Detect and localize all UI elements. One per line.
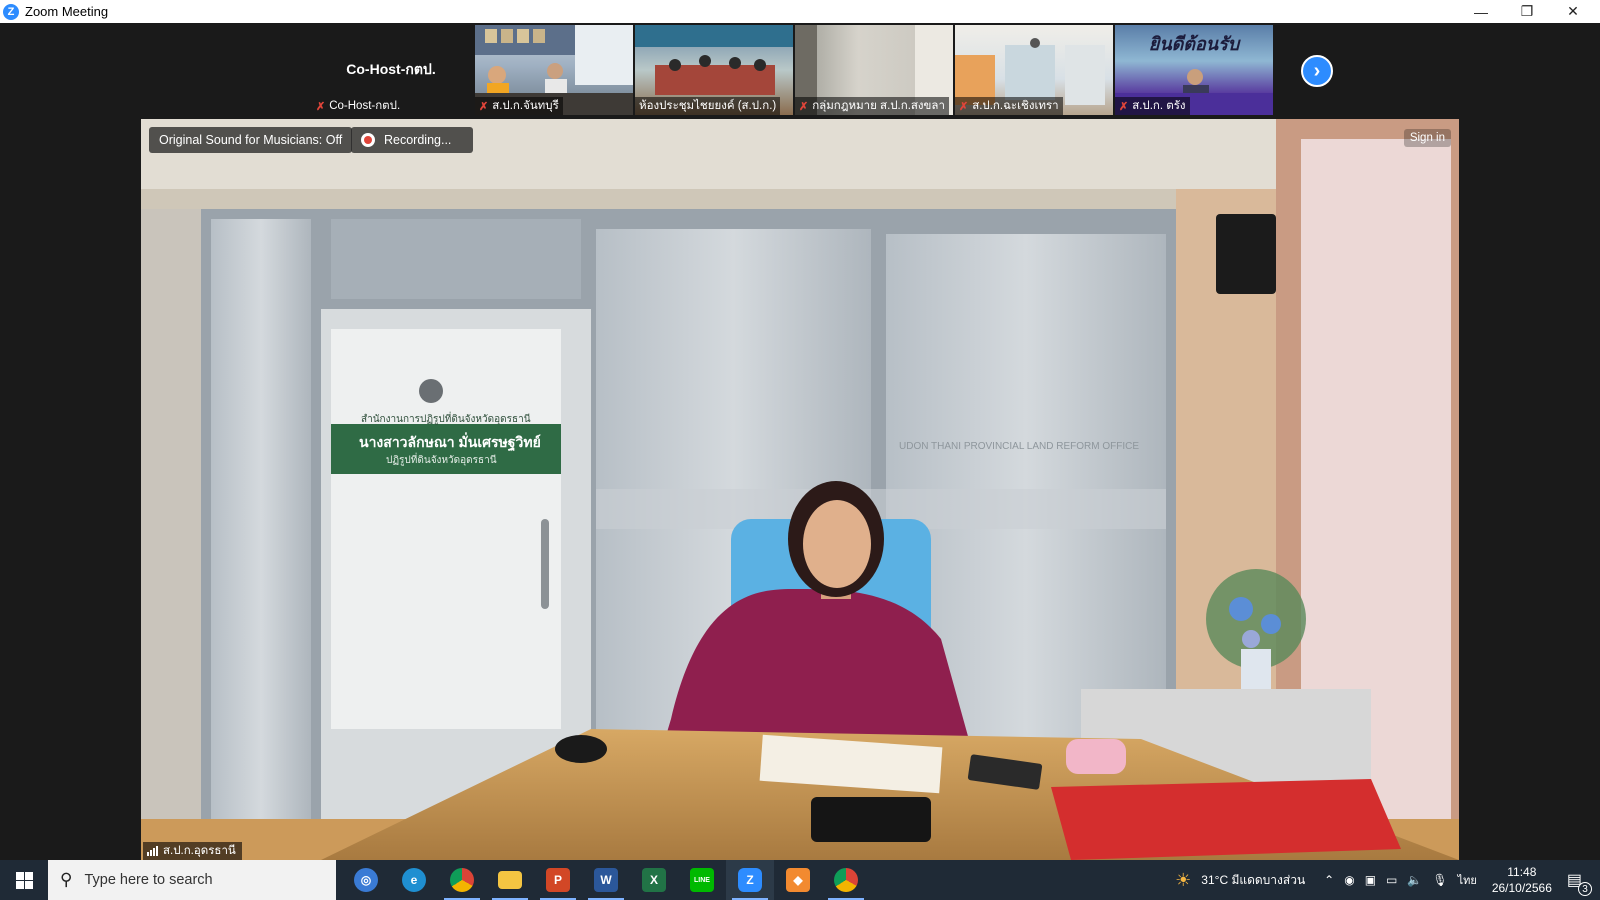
search-placeholder: Type here to search bbox=[84, 872, 213, 888]
cohost-label-text: Co-Host-กตป. bbox=[329, 100, 401, 112]
windows-logo-icon bbox=[15, 871, 33, 889]
participant-name: ห้องประชุมไชยยงค์ (ส.ป.ก.) bbox=[639, 100, 777, 112]
powerpoint-icon: P bbox=[546, 868, 570, 892]
zoom-workplace-icon: ◎ bbox=[354, 868, 378, 892]
participant-name: กลุ่มกฎหมาย ส.ป.ก.สงขลา bbox=[812, 100, 945, 112]
participant-tile[interactable]: ✗ ส.ป.ก.ฉะเชิงเทรา bbox=[955, 25, 1113, 115]
speaker-video-frame: สำนักงานการปฏิรูปที่ดินจังหวัดอุดรธานี น… bbox=[141, 119, 1459, 860]
taskbar-app-chrome[interactable] bbox=[438, 860, 486, 900]
edge-icon: e bbox=[402, 868, 426, 892]
participant-tile[interactable]: ✗ ส.ป.ก.จันทบุรี bbox=[475, 25, 633, 115]
weather-text[interactable]: 31°C มีแดดบางส่วน bbox=[1201, 871, 1305, 890]
zoom-icon: Z bbox=[738, 868, 762, 892]
cohost-tile-label: ✗ Co-Host-กตป. bbox=[312, 97, 404, 115]
taskbar-app-zoom[interactable]: Z bbox=[726, 860, 774, 900]
signal-strength-icon bbox=[147, 846, 158, 856]
window-text: UDON THANI PROVINCIAL LAND REFORM OFFICE bbox=[899, 441, 1139, 452]
sign-in-link[interactable]: Sign in bbox=[1403, 129, 1451, 147]
participant-label: ✗ ส.ป.ก.จันทบุรี bbox=[475, 97, 563, 115]
notification-count-badge: 3 bbox=[1578, 882, 1592, 896]
taskbar-app-chrome-profile[interactable] bbox=[822, 860, 870, 900]
cohost-name: Co-Host-กตป. bbox=[346, 61, 436, 77]
recording-indicator[interactable]: Recording... bbox=[351, 127, 473, 153]
taskbar-app-edge[interactable]: e bbox=[390, 860, 438, 900]
windows-taskbar: ⚲ Type here to search ◎ e P W X LINE Z ◆… bbox=[0, 860, 1600, 900]
close-button[interactable]: ✕ bbox=[1550, 0, 1596, 23]
participant-tile[interactable]: ✗ กลุ่มกฎหมาย ส.ป.ก.สงขลา bbox=[795, 25, 953, 115]
original-sound-toggle[interactable]: Original Sound for Musicians: Off bbox=[149, 127, 353, 153]
door-sign-line3: ปฏิรูปที่ดินจังหวัดอุดรธานี bbox=[386, 452, 497, 466]
window-titlebar: Z Zoom Meeting — ❐ ✕ bbox=[0, 0, 1600, 23]
mic-muted-icon: ✗ bbox=[1119, 100, 1129, 113]
active-speaker-name: ส.ป.ก.อุดรธานี bbox=[163, 845, 236, 857]
excel-icon: X bbox=[642, 868, 666, 892]
minimize-button[interactable]: — bbox=[1458, 0, 1504, 23]
volume-icon[interactable]: 🔈 bbox=[1407, 873, 1422, 887]
start-button[interactable] bbox=[0, 860, 48, 900]
orange-app-icon: ◆ bbox=[786, 868, 810, 892]
participant-name: ส.ป.ก.ฉะเชิงเทรา bbox=[972, 100, 1059, 112]
taskbar-app-file-explorer[interactable] bbox=[486, 860, 534, 900]
taskbar-app-excel[interactable]: X bbox=[630, 860, 678, 900]
active-speaker-video: สำนักงานการปฏิรูปที่ดินจังหวัดอุดรธานี น… bbox=[141, 119, 1459, 860]
next-page-button[interactable]: › bbox=[1301, 55, 1333, 87]
meeting-app-icon[interactable]: ◉ bbox=[1344, 873, 1354, 887]
cohost-tile[interactable]: Co-Host-กตป. ✗ Co-Host-กตป. bbox=[312, 25, 470, 115]
mic-muted-icon: ✗ bbox=[799, 100, 809, 113]
camera-icon[interactable]: ▣ bbox=[1365, 873, 1376, 887]
clock-date: 26/10/2566 bbox=[1491, 881, 1552, 895]
window-title: Zoom Meeting bbox=[25, 4, 109, 19]
chrome-icon bbox=[450, 868, 474, 892]
meeting-stage: Co-Host-กตป. ✗ Co-Host-กตป. ✗ ส.ป.ก.จันท… bbox=[0, 23, 1600, 860]
participant-name: ส.ป.ก.จันทบุรี bbox=[492, 100, 559, 112]
system-tray: ☀ 31°C มีแดดบางส่วน ⌃ ◉ ▣ ▭ 🔈 🎙 ไทย 11:4… bbox=[1170, 860, 1600, 900]
zoom-logo-icon: Z bbox=[3, 3, 19, 20]
weather-icon: ☀ bbox=[1175, 869, 1192, 890]
recording-icon bbox=[361, 133, 375, 147]
door-sign-line1: สำนักงานการปฏิรูปที่ดินจังหวัดอุดรธานี bbox=[361, 411, 531, 425]
participant-label: ✗ ส.ป.ก. ตรัง bbox=[1115, 97, 1190, 115]
notification-center-button[interactable]: ▤ 3 bbox=[1567, 870, 1592, 896]
participant-tile[interactable]: ยินดีต้อนรับ ✗ ส.ป.ก. ตรัง bbox=[1115, 25, 1273, 115]
clock[interactable]: 11:48 26/10/2566 bbox=[1492, 864, 1552, 896]
taskbar-app-powerpoint[interactable]: P bbox=[534, 860, 582, 900]
taskbar-search-box[interactable]: ⚲ Type here to search bbox=[48, 860, 336, 900]
microphone-icon[interactable]: 🎙 bbox=[1432, 873, 1447, 887]
participant-label: ห้องประชุมไชยยงค์ (ส.ป.ก.) bbox=[635, 97, 781, 115]
participant-label: ✗ ส.ป.ก.ฉะเชิงเทรา bbox=[955, 97, 1063, 115]
participant-tile[interactable]: ห้องประชุมไชยยงค์ (ส.ป.ก.) bbox=[635, 25, 793, 115]
show-hidden-icons-icon[interactable]: ⌃ bbox=[1324, 873, 1334, 887]
chrome-icon bbox=[834, 868, 858, 892]
line-icon: LINE bbox=[690, 868, 714, 892]
word-icon: W bbox=[594, 868, 618, 892]
mic-muted-icon: ✗ bbox=[479, 100, 489, 113]
search-icon: ⚲ bbox=[60, 870, 73, 889]
participant-name: ส.ป.ก. ตรัง bbox=[1132, 100, 1186, 112]
language-indicator[interactable]: ไทย bbox=[1458, 871, 1477, 889]
taskbar-app-zoom-workplace[interactable]: ◎ bbox=[342, 860, 390, 900]
participant-label: ✗ กลุ่มกฎหมาย ส.ป.ก.สงขลา bbox=[795, 97, 949, 115]
taskbar-app-orange[interactable]: ◆ bbox=[774, 860, 822, 900]
taskbar-app-line[interactable]: LINE bbox=[678, 860, 726, 900]
clock-time: 11:48 bbox=[1507, 865, 1537, 879]
folder-icon bbox=[498, 871, 522, 889]
mic-muted-icon: ✗ bbox=[316, 100, 326, 113]
mic-muted-icon: ✗ bbox=[959, 100, 969, 113]
network-icon[interactable]: ▭ bbox=[1386, 873, 1397, 887]
door-sign-line2: นางสาวลักษณา มั่นเศรษฐวิทย์ bbox=[359, 432, 541, 452]
recording-text: Recording... bbox=[384, 133, 452, 147]
restore-button[interactable]: ❐ bbox=[1504, 0, 1550, 23]
active-speaker-label: ส.ป.ก.อุดรธานี bbox=[143, 842, 242, 860]
taskbar-app-word[interactable]: W bbox=[582, 860, 630, 900]
